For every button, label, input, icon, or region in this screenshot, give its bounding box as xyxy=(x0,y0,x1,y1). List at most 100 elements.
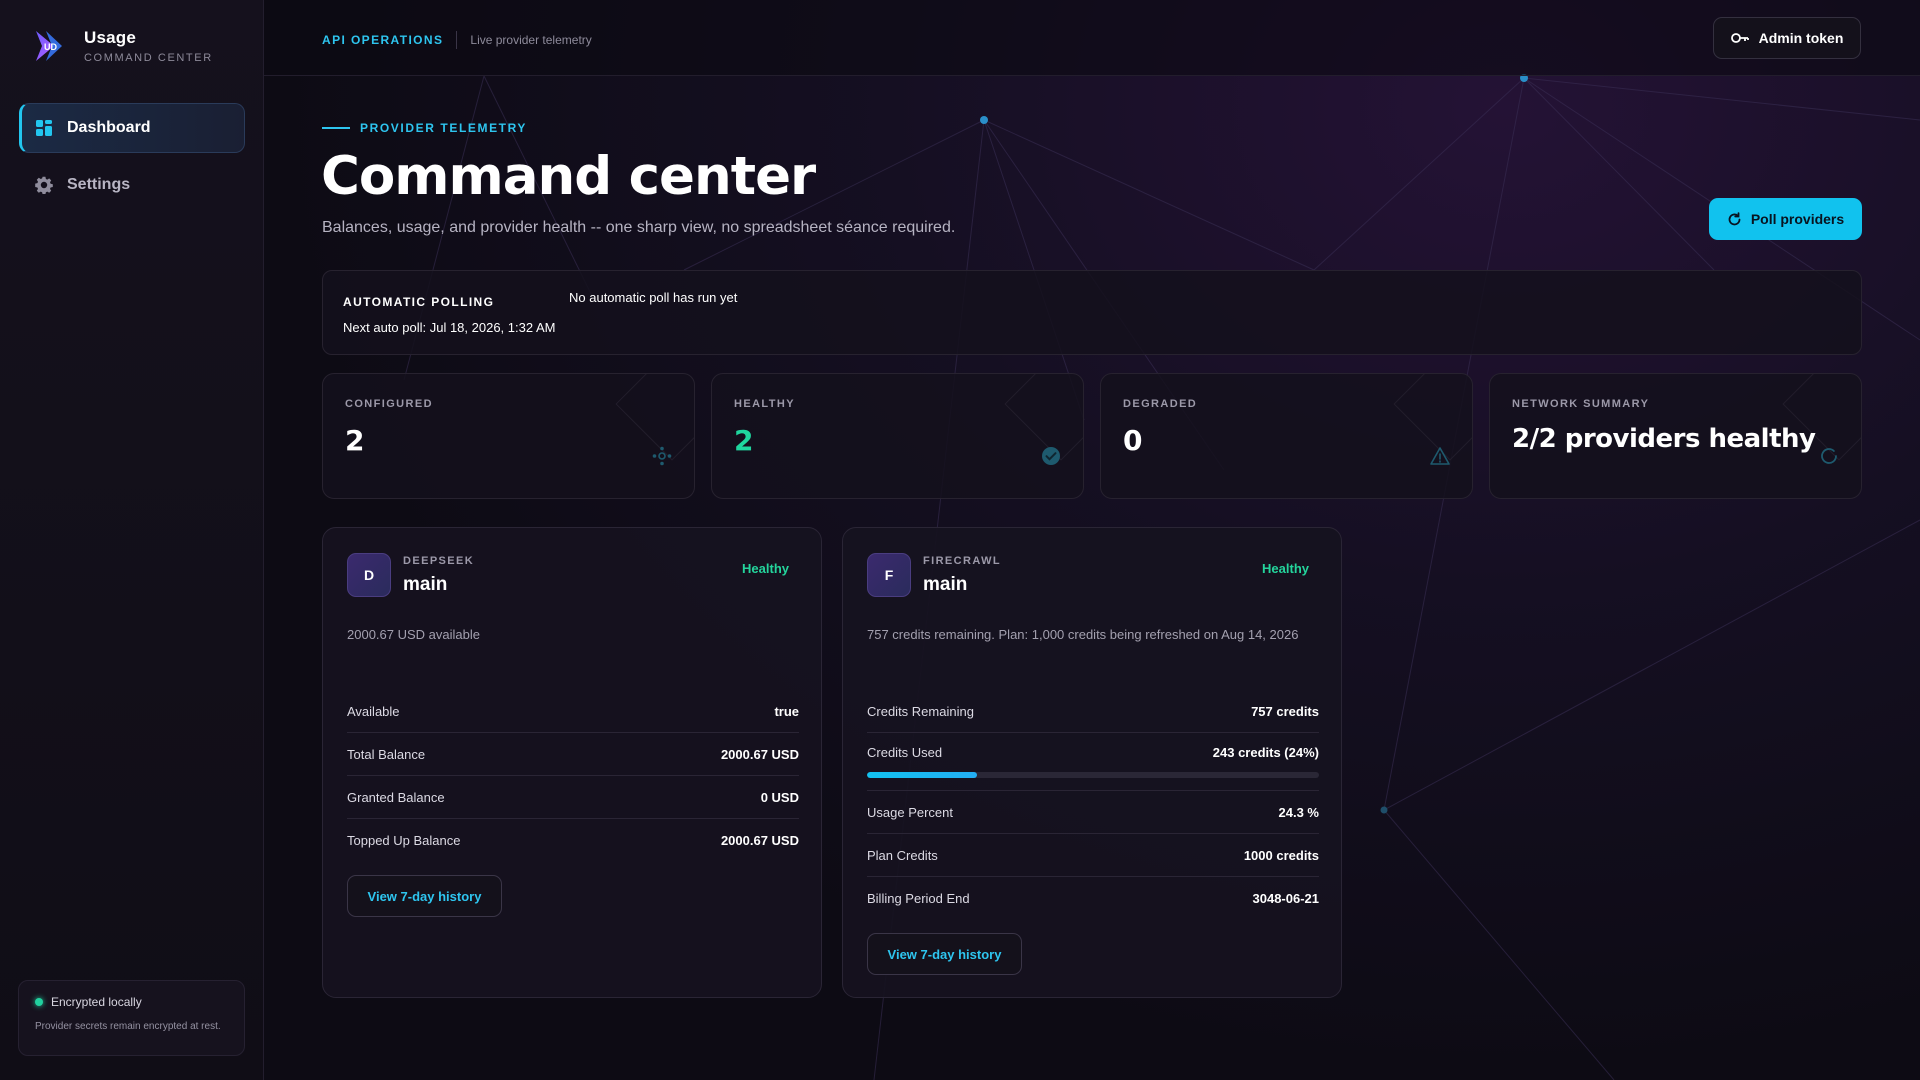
eyebrow-line xyxy=(322,127,350,129)
provider-avatar: D xyxy=(347,553,391,597)
polling-next-run: Next auto poll: Jul 18, 2026, 1:32 AM xyxy=(343,320,556,335)
metric-value: 0 USD xyxy=(760,789,799,805)
stat-label: NETWORK SUMMARY xyxy=(1512,398,1650,410)
breadcrumb: API OPERATIONS Live provider telemetry xyxy=(322,31,592,49)
metric-value: 243 credits (24%) xyxy=(1212,745,1319,760)
topbar: API OPERATIONS Live provider telemetry A… xyxy=(264,0,1920,76)
provider-card-deepseek: D DEEPSEEK main Healthy 2000.67 USD avai… xyxy=(322,527,822,998)
grid-icon xyxy=(36,120,52,136)
provider-metrics: Credits Remaining 757 credits Credits Us… xyxy=(867,690,1319,920)
brand-subtitle: COMMAND CENTER xyxy=(84,52,213,64)
metric-row: Granted Balance 0 USD xyxy=(347,776,799,819)
eyebrow-text: PROVIDER TELEMETRY xyxy=(360,121,528,135)
metric-value: 2000.67 USD xyxy=(720,746,799,762)
encryption-status-row: Encrypted locally xyxy=(35,995,228,1009)
metric-key: Available xyxy=(347,703,400,719)
encryption-status-card: Encrypted locally Provider secrets remai… xyxy=(18,980,245,1056)
section-eyebrow: PROVIDER TELEMETRY xyxy=(322,121,527,135)
poll-providers-button[interactable]: Poll providers xyxy=(1709,198,1862,240)
metric-key: Credits Used xyxy=(867,745,943,760)
page-subtitle: Balances, usage, and provider health -- … xyxy=(322,219,956,236)
stat-card-network-summary: NETWORK SUMMARY 2/2 providers healthy xyxy=(1489,373,1862,499)
metric-value: true xyxy=(774,703,799,719)
stat-value: 0 xyxy=(1123,424,1143,457)
admin-token-label: Admin token xyxy=(1758,30,1844,46)
polling-status: No automatic poll has run yet xyxy=(569,290,738,305)
stat-label: DEGRADED xyxy=(1123,398,1198,410)
stat-card-degraded: DEGRADED 0 xyxy=(1100,373,1473,499)
stat-card-healthy: HEALTHY 2 xyxy=(711,373,1084,499)
brand-logo-text: UD xyxy=(44,42,57,52)
brand-logo-icon: UD xyxy=(32,28,68,64)
provider-account-name: main xyxy=(403,574,448,595)
sidebar-nav: Dashboard Settings xyxy=(19,103,245,217)
metric-key: Granted Balance xyxy=(347,789,445,805)
metric-key: Topped Up Balance xyxy=(347,833,461,848)
refresh-icon xyxy=(1728,211,1741,225)
sidebar-item-label: Settings xyxy=(67,176,131,193)
encryption-subtitle: Provider secrets remain encrypted at res… xyxy=(35,1021,221,1032)
metric-value: 24.3 % xyxy=(1278,804,1319,820)
credits-used-progress-bar xyxy=(867,772,1319,778)
provider-card-firecrawl: F FIRECRAWL main Healthy 757 credits rem… xyxy=(842,527,1342,998)
brand-text: Usage COMMAND CENTER xyxy=(84,28,213,64)
metric-row: Credits Remaining 757 credits xyxy=(867,690,1319,733)
metric-row: Plan Credits 1000 credits xyxy=(867,834,1319,877)
metric-row: Usage Percent 24.3 % xyxy=(867,791,1319,834)
provider-avatar: F xyxy=(867,553,911,597)
brand[interactable]: UD Usage COMMAND CENTER xyxy=(32,28,213,64)
breadcrumb-divider xyxy=(456,31,458,49)
metric-value: 1000 credits xyxy=(1243,847,1319,863)
polling-label: AUTOMATIC POLLING xyxy=(343,295,495,309)
status-dot-icon xyxy=(35,998,43,1006)
breadcrumb-section[interactable]: API OPERATIONS xyxy=(322,33,443,47)
provider-description: 2000.67 USD available xyxy=(347,627,480,642)
metric-line: Credits Used 243 credits (24%) xyxy=(867,745,1319,760)
automatic-polling-card: AUTOMATIC POLLING No automatic poll has … xyxy=(322,270,1862,355)
progress-fill xyxy=(867,772,977,778)
admin-token-button[interactable]: Admin token xyxy=(1713,17,1861,59)
metric-row: Available true xyxy=(347,690,799,733)
sidebar-item-settings[interactable]: Settings xyxy=(19,160,245,210)
stat-value: 2 xyxy=(734,424,754,457)
metric-row: Billing Period End 3048-06-21 xyxy=(867,877,1319,920)
provider-label: DEEPSEEK xyxy=(403,555,475,567)
status-badge: Healthy xyxy=(742,561,789,576)
page-title: Command center xyxy=(321,146,816,207)
stat-card-configured: CONFIGURED 2 xyxy=(322,373,695,499)
metric-row-progress: Credits Used 243 credits (24%) xyxy=(867,733,1319,791)
key-icon xyxy=(1730,33,1749,43)
poll-providers-label: Poll providers xyxy=(1750,211,1845,227)
provider-account-name: main xyxy=(923,574,968,595)
brand-name: Usage xyxy=(84,28,137,47)
metric-value: 2000.67 USD xyxy=(720,833,799,848)
app-root: UD Usage COMMAND CENTER Dashboard Settin… xyxy=(0,0,1920,1080)
stat-value: 2/2 providers healthy xyxy=(1512,424,1816,454)
metric-key: Usage Percent xyxy=(867,804,953,820)
provider-label: FIRECRAWL xyxy=(923,555,1001,567)
metric-key: Plan Credits xyxy=(867,847,938,863)
main-content: API OPERATIONS Live provider telemetry A… xyxy=(264,0,1920,1080)
view-history-button[interactable]: View 7-day history xyxy=(347,875,502,917)
metric-key: Billing Period End xyxy=(867,891,970,906)
network-icon xyxy=(652,446,672,466)
stat-label: CONFIGURED xyxy=(345,398,433,410)
stat-label: HEALTHY xyxy=(734,398,795,410)
encryption-title: Encrypted locally xyxy=(51,995,142,1009)
stat-value: 2 xyxy=(345,424,365,457)
refresh-icon xyxy=(1821,448,1837,464)
breadcrumb-subsection: Live provider telemetry xyxy=(470,33,592,47)
gear-icon xyxy=(35,176,53,194)
metric-value: 757 credits xyxy=(1251,703,1319,719)
check-circle-icon xyxy=(1042,447,1060,465)
status-badge: Healthy xyxy=(1262,561,1309,576)
warning-icon xyxy=(1430,447,1450,465)
view-history-button[interactable]: View 7-day history xyxy=(867,933,1022,975)
provider-description: 757 credits remaining. Plan: 1,000 credi… xyxy=(867,627,1299,642)
stats-row: CONFIGURED 2 HEALTHY 2 DEGRADED 0 NETWOR… xyxy=(322,373,1862,499)
metric-value: 3048-06-21 xyxy=(1252,891,1320,906)
metric-key: Total Balance xyxy=(347,746,426,762)
sidebar-item-dashboard[interactable]: Dashboard xyxy=(19,103,245,153)
metric-row: Total Balance 2000.67 USD xyxy=(347,733,799,776)
metric-row: Topped Up Balance 2000.67 USD xyxy=(347,819,799,862)
